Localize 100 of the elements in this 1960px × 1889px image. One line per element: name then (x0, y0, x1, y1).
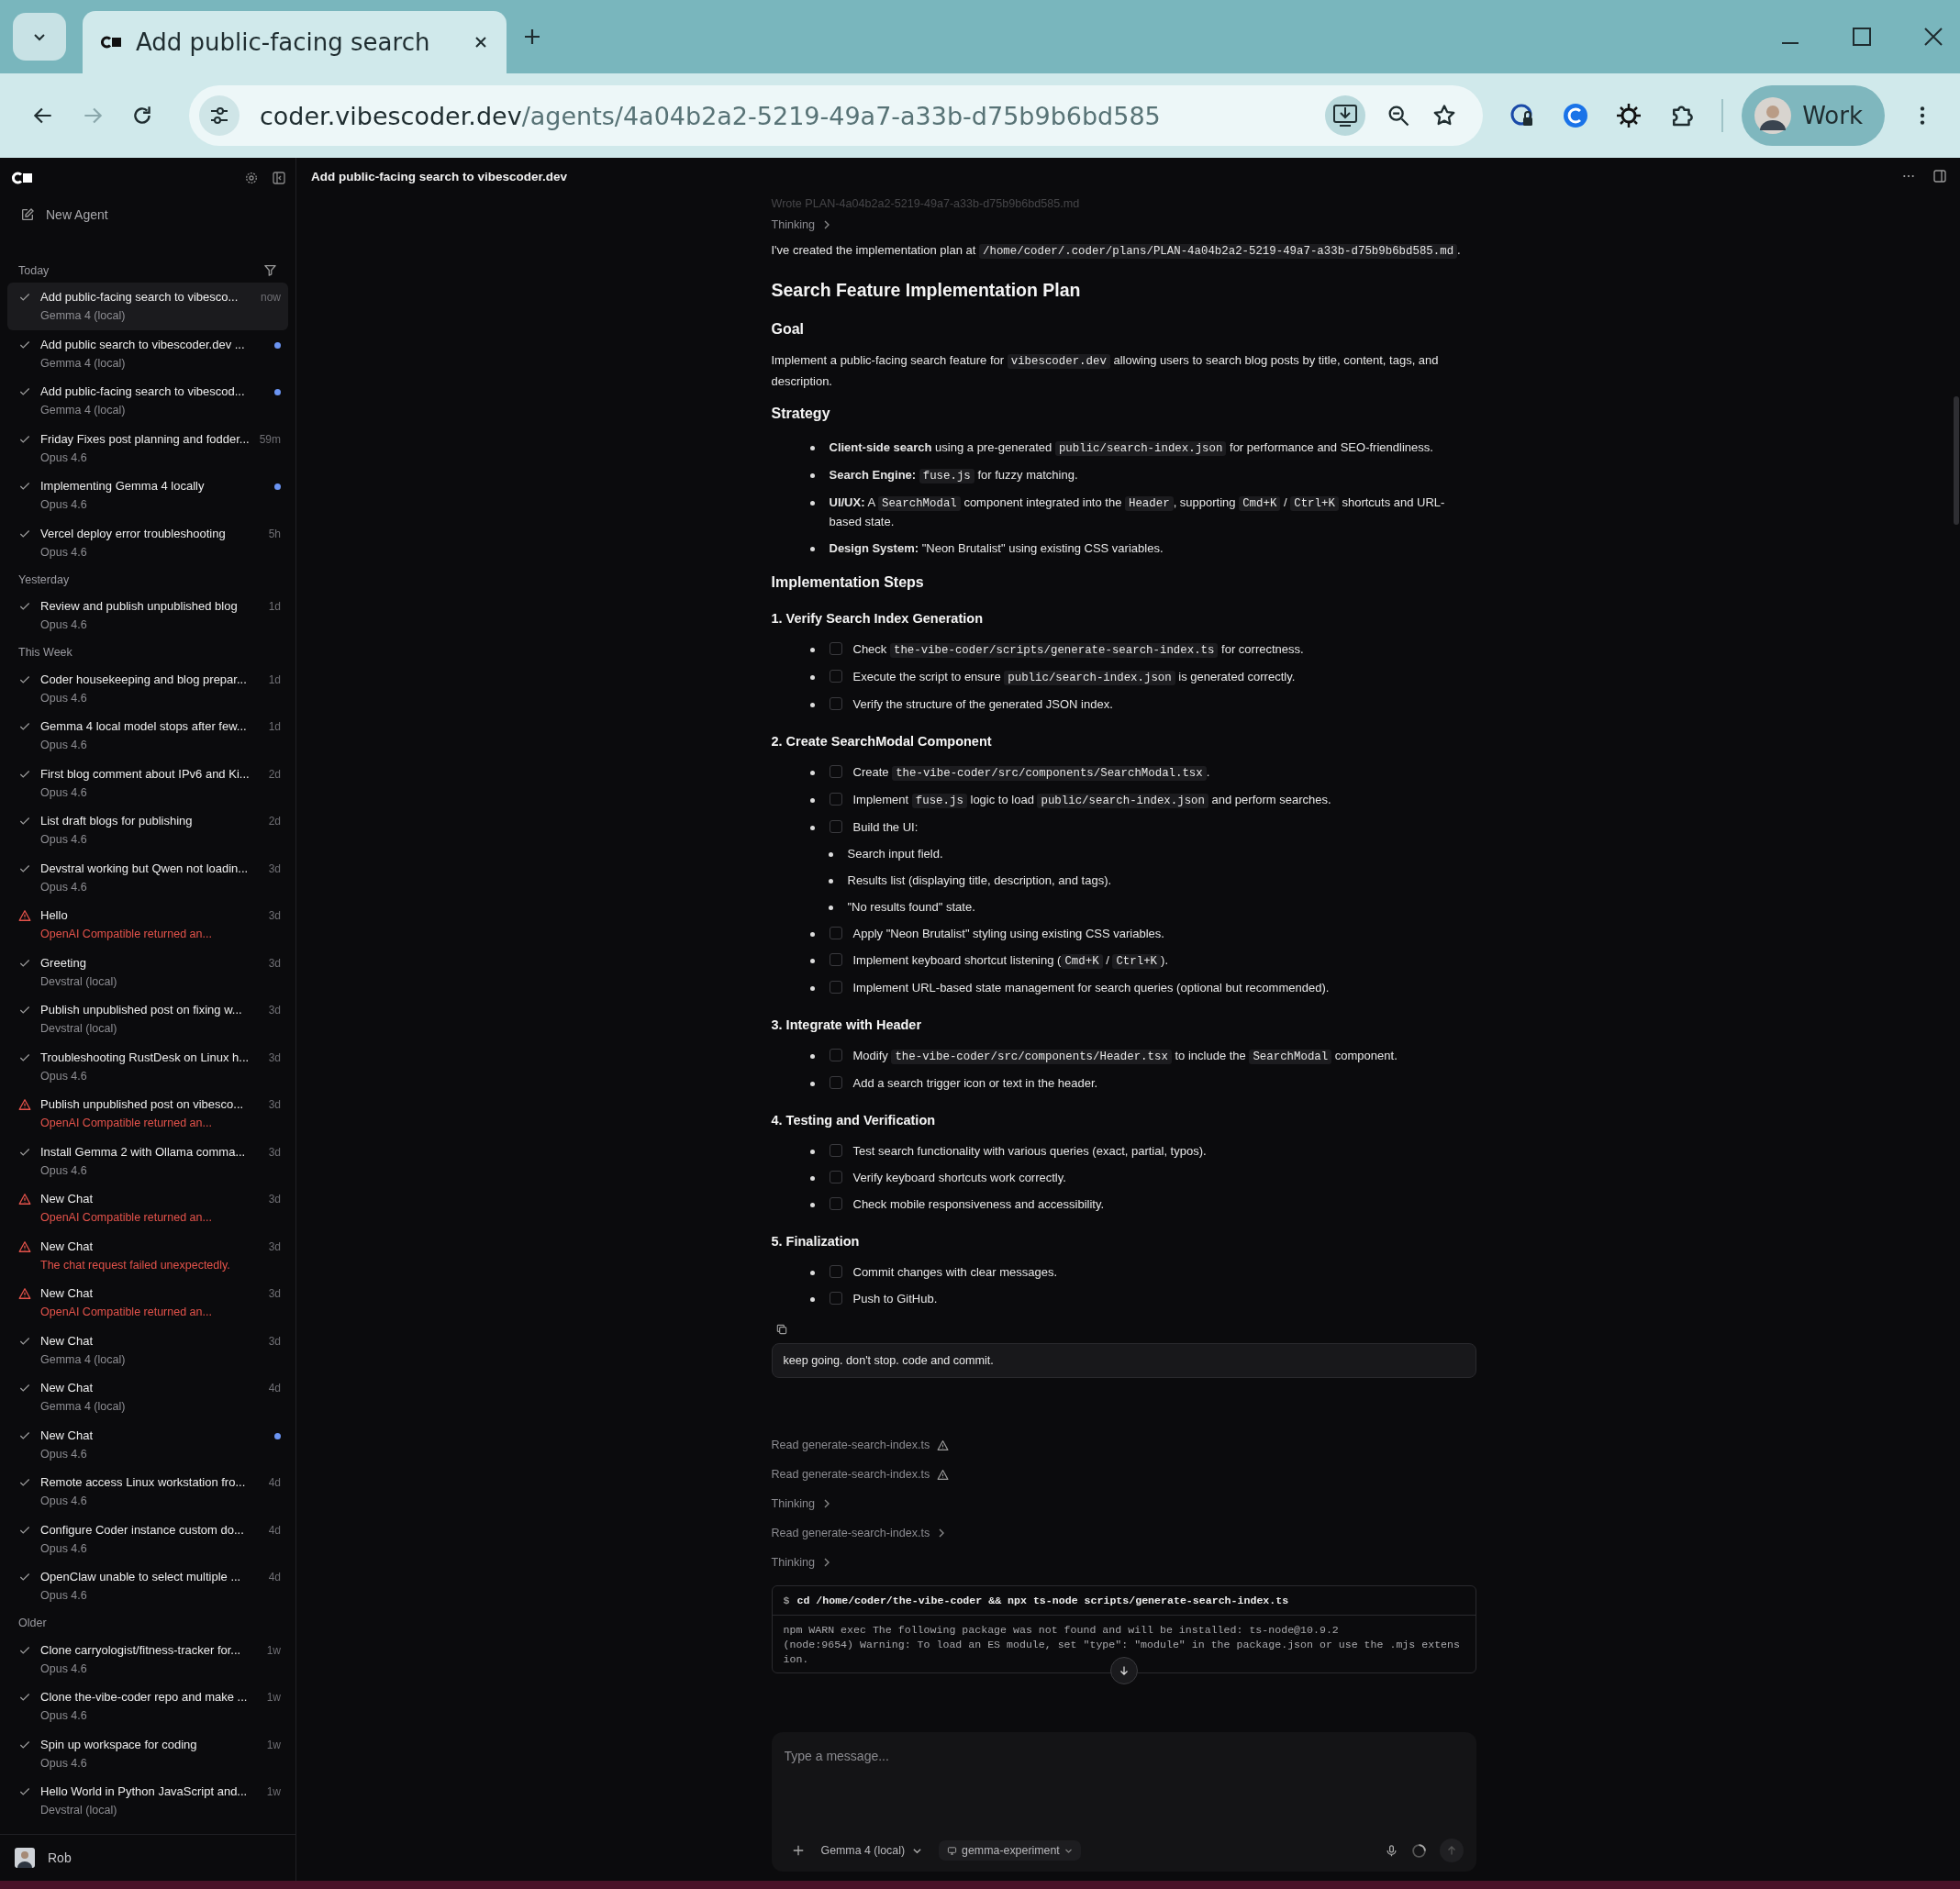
chat-list-item[interactable]: Friday Fixes post planning and fodder... Opus 4.6 59m (7, 424, 288, 472)
sidebar-toggle-icon[interactable] (272, 171, 286, 185)
chat-list-item[interactable]: List draft blogs for publishing Opus 4.6 2d (7, 806, 288, 854)
list-item-text: Implement fuse.js logic to load public/search-index.json and perform searches. (852, 792, 1331, 810)
model-selector[interactable]: Gemma 4 (local) (817, 1840, 927, 1861)
workspace-selector[interactable]: gemma-experiment (939, 1840, 1081, 1861)
close-icon[interactable] (473, 35, 488, 50)
chat-list-item[interactable]: New Chat Opus 4.6 (7, 1420, 288, 1468)
task-checkbox[interactable] (829, 1076, 842, 1089)
browser-tab[interactable]: Add public-facing search (83, 11, 507, 73)
chat-subtitle: OpenAI Compatible returned an... (40, 1305, 213, 1320)
step-label[interactable]: Thinking (771, 1497, 816, 1510)
message-input[interactable]: Type a message... (784, 1745, 1464, 1767)
task-checkbox[interactable] (829, 670, 842, 683)
task-checkbox[interactable] (829, 697, 842, 710)
chat-list-item[interactable]: New Chat OpenAI Compatible returned an... 3d (7, 1279, 288, 1327)
section-heading: Strategy (771, 406, 831, 422)
chat-subtitle: Opus 4.6 (40, 1755, 88, 1772)
chat-time: 3d (268, 1333, 281, 1350)
new-tab-icon[interactable] (523, 28, 541, 46)
chat-title: Greeting (40, 954, 87, 972)
chat-list-item[interactable]: Add public search to vibescoder.dev ... Gemma 4 (local) (7, 329, 288, 377)
scroll-down-button[interactable] (1109, 1657, 1138, 1684)
add-icon[interactable] (791, 1844, 805, 1857)
chat-title: Hello World in Python JavaScript and... (40, 1783, 249, 1800)
task-checkbox[interactable] (829, 953, 842, 966)
panel-icon[interactable] (1932, 169, 1947, 183)
chat-subtitle: The chat request failed unexpectedly. (40, 1257, 231, 1273)
task-checkbox[interactable] (829, 1292, 842, 1305)
profile-button[interactable]: Work (1742, 85, 1885, 146)
chat-list-item[interactable]: Clone the-vibe-coder repo and make ... Opus 4.6 1w (7, 1683, 288, 1730)
chat-title: Configure Coder instance custom do... (40, 1521, 245, 1539)
chat-list-item[interactable]: Hello OpenAI Compatible returned an... 3d (7, 901, 288, 949)
chat-list-item[interactable]: Greeting Devstral (local) 3d (7, 948, 288, 995)
maximize-icon[interactable] (1852, 27, 1872, 47)
chat-list-item[interactable]: Spin up workspace for coding Opus 4.6 1w (7, 1729, 288, 1777)
close-window-icon[interactable] (1923, 27, 1943, 47)
task-checkbox[interactable] (829, 1144, 842, 1157)
chat-title: Friday Fixes post planning and fodder... (40, 430, 251, 448)
chat-subtitle: Opus 4.6 (40, 1494, 88, 1509)
chat-time: 3d (268, 1239, 281, 1255)
chat-list-item[interactable]: Implementing Gemma 4 locally Opus 4.6 (7, 472, 288, 519)
step-label[interactable]: Read generate-search-index.ts (771, 1468, 930, 1481)
task-checkbox[interactable] (829, 820, 842, 833)
chat-list-item[interactable]: Remote access Linux workstation fro... Opus 4.6 4d (7, 1468, 288, 1516)
chat-subtitle: Devstral (local) (40, 1021, 118, 1037)
chat-list-item[interactable]: Add public-facing search to vibescod... Gemma 4 (local) (7, 377, 288, 425)
step-label[interactable]: Thinking (771, 218, 816, 231)
task-checkbox[interactable] (829, 1265, 842, 1278)
new-agent-button[interactable]: New Agent (0, 196, 295, 233)
chat-title: Add public search to vibescoder.dev ... (40, 336, 246, 353)
paragraph: I've created the implementation plan at /home/coder/.coder/plans/PLAN-4a04b2a2-5219-49a7-a33b-d75b9b6bd585.md . (771, 242, 1462, 261)
chat-list-item[interactable]: New Chat The chat request failed unexpectedly. 3d (7, 1231, 288, 1279)
warning-icon (18, 1239, 31, 1253)
list-item-text: Verify the structure of the generated JSON index. (852, 696, 1113, 713)
chat-time: 4d (268, 1475, 281, 1491)
task-checkbox[interactable] (829, 981, 842, 994)
chat-list-item[interactable]: Review and publish unpublished blog Opus 4.6 1d (7, 592, 288, 639)
chat-list-item[interactable]: Hello World in Python JavaScript and... Devstral (local) 1w (7, 1777, 288, 1825)
logo-icon (101, 36, 123, 49)
bullet-icon (828, 879, 833, 883)
chat-list-item[interactable]: New Chat OpenAI Compatible returned an... 3d (7, 1184, 288, 1232)
chat-list-item[interactable]: First blog comment about IPv6 and Ki... Opus 4.6 2d (7, 759, 288, 806)
sun-icon[interactable] (1615, 102, 1643, 129)
task-checkbox[interactable] (829, 1049, 842, 1061)
bullet-icon (809, 473, 815, 478)
extension-circle-icon[interactable] (1562, 102, 1590, 129)
chat-list-item[interactable]: Coder housekeeping and blog prepar... Opus 4.6 1d (7, 664, 288, 712)
chat-list-item[interactable]: New Chat Gemma 4 (local) 3d (7, 1326, 288, 1373)
step-label[interactable]: Thinking (771, 1556, 816, 1569)
step-label[interactable]: Read generate-search-index.ts (771, 1439, 930, 1451)
site-settings-icon[interactable] (199, 95, 239, 136)
settings-icon[interactable] (244, 171, 259, 185)
task-checkbox[interactable] (829, 1171, 842, 1183)
chat-title: New Chat (40, 1427, 95, 1444)
address-bar[interactable]: coder.vibescoder.dev/agents/4a04b2a2-5219-49a7-a33b-d75b9b6bd585 (189, 85, 1484, 146)
filter-icon[interactable] (263, 263, 277, 277)
chat-title: List draft blogs for publishing (40, 813, 194, 829)
chat-list-item[interactable]: Clone carryologist/fitness-tracker for... Opus 4.6 1w (7, 1635, 288, 1683)
chat-list-item[interactable]: Gemma 4 local model stops after few... Opus 4.6 1d (7, 712, 288, 760)
chat-list-item[interactable]: Vercel deploy error troubleshooting Opus 4.6 5h (7, 518, 288, 566)
chat-list-item[interactable]: Publish unpublished post on vibesco... OpenAI Compatible returned an... 3d (7, 1090, 288, 1138)
task-checkbox[interactable] (829, 1197, 842, 1210)
chat-list-item[interactable]: OpenClaw unable to select multiple ... Opus 4.6 4d (7, 1562, 288, 1610)
chat-list-item[interactable]: Configure Coder instance custom do... Opus 4.6 4d (7, 1515, 288, 1562)
task-checkbox[interactable] (829, 927, 842, 939)
chat-time: 3d (268, 955, 281, 972)
chat-list-item[interactable]: Devstral working but Qwen not loadin... Opus 4.6 3d (7, 853, 288, 901)
chat-list-item[interactable]: New Chat Gemma 4 (local) 4d (7, 1373, 288, 1421)
chat-list-item[interactable]: Add public-facing search to vibesco... Gemma 4 (local) now (7, 283, 288, 330)
task-checkbox[interactable] (829, 765, 842, 778)
chat-list-item[interactable]: Troubleshooting RustDesk on Linux h... Opus 4.6 3d (7, 1042, 288, 1090)
scroll-thumb[interactable] (1954, 396, 1959, 525)
task-checkbox[interactable] (829, 793, 842, 806)
chat-list-item[interactable]: Install Gemma 2 with Ollama comma... Opus 4.6 3d (7, 1137, 288, 1184)
step-label[interactable]: Read generate-search-index.ts (771, 1527, 930, 1539)
copy-icon[interactable] (774, 1323, 788, 1336)
chat-list-item[interactable]: Publish unpublished post on fixing w... Devstral (local) 3d (7, 995, 288, 1043)
install-app-icon[interactable] (1325, 95, 1366, 136)
task-checkbox[interactable] (829, 642, 842, 655)
